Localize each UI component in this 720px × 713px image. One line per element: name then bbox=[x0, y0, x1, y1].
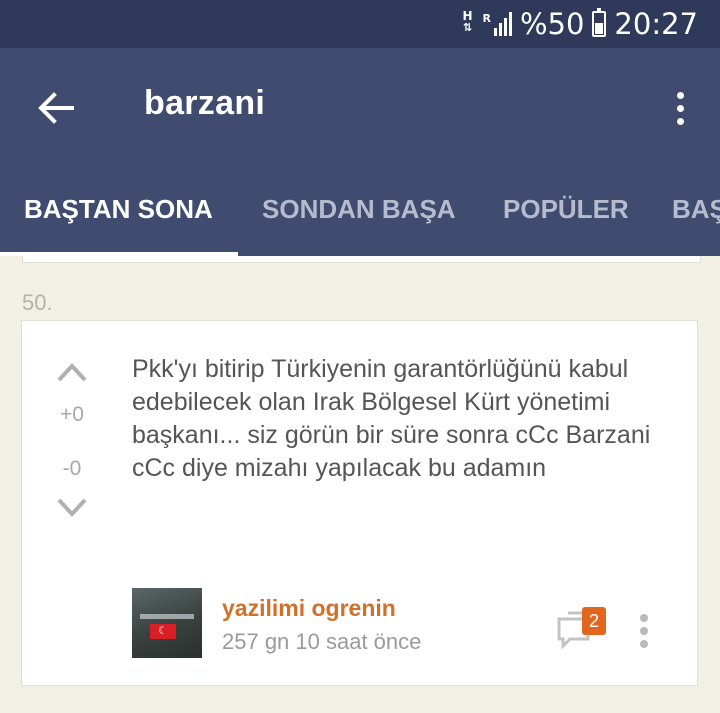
upvote-icon[interactable] bbox=[56, 361, 88, 383]
entry-card: +0 -0 Pkk'yı bitirip Türkiyenin garantör… bbox=[21, 320, 698, 686]
network-type-icon: H ⇅ bbox=[462, 9, 473, 34]
avatar[interactable]: ☾ bbox=[132, 588, 202, 658]
tab-bas[interactable]: BAŞ bbox=[672, 194, 720, 225]
battery-icon bbox=[592, 8, 607, 37]
status-time: 20:27 bbox=[614, 7, 698, 41]
entry-more-icon[interactable] bbox=[634, 611, 654, 651]
battery-percent: %50 bbox=[519, 7, 585, 41]
status-bar: H ⇅ R %50 20:27 bbox=[0, 0, 720, 48]
signal-icon: R bbox=[482, 12, 512, 36]
downvote-count: -0 bbox=[62, 457, 82, 480]
upvote-count: +0 bbox=[60, 403, 84, 426]
entry-time: 257 gn 10 saat önce bbox=[222, 629, 422, 654]
app-bar: barzani BAŞTAN SONA SONDAN BAŞA POPÜLER … bbox=[0, 48, 720, 256]
entry-index: 50. bbox=[22, 290, 53, 315]
arrow-left-icon bbox=[38, 92, 74, 124]
tab-sondan-basa[interactable]: SONDAN BAŞA bbox=[262, 194, 456, 225]
downvote-icon[interactable] bbox=[56, 497, 88, 519]
turkish-flag-icon: ☾ bbox=[150, 624, 176, 639]
previous-entry-card bbox=[22, 256, 701, 263]
more-vertical-icon[interactable] bbox=[668, 86, 692, 130]
tab-bar: BAŞTAN SONA SONDAN BAŞA POPÜLER BAŞ bbox=[0, 176, 720, 256]
tab-bastan-sona[interactable]: BAŞTAN SONA bbox=[24, 194, 213, 225]
back-button[interactable] bbox=[34, 86, 78, 130]
page-title: barzani bbox=[144, 84, 266, 122]
comment-count-badge: 2 bbox=[582, 607, 606, 635]
tab-populer[interactable]: POPÜLER bbox=[503, 194, 629, 225]
author-name[interactable]: yazilimi ogrenin bbox=[222, 595, 396, 622]
entry-text: Pkk'yı bitirip Türkiyenin garantörlüğünü… bbox=[132, 355, 651, 482]
